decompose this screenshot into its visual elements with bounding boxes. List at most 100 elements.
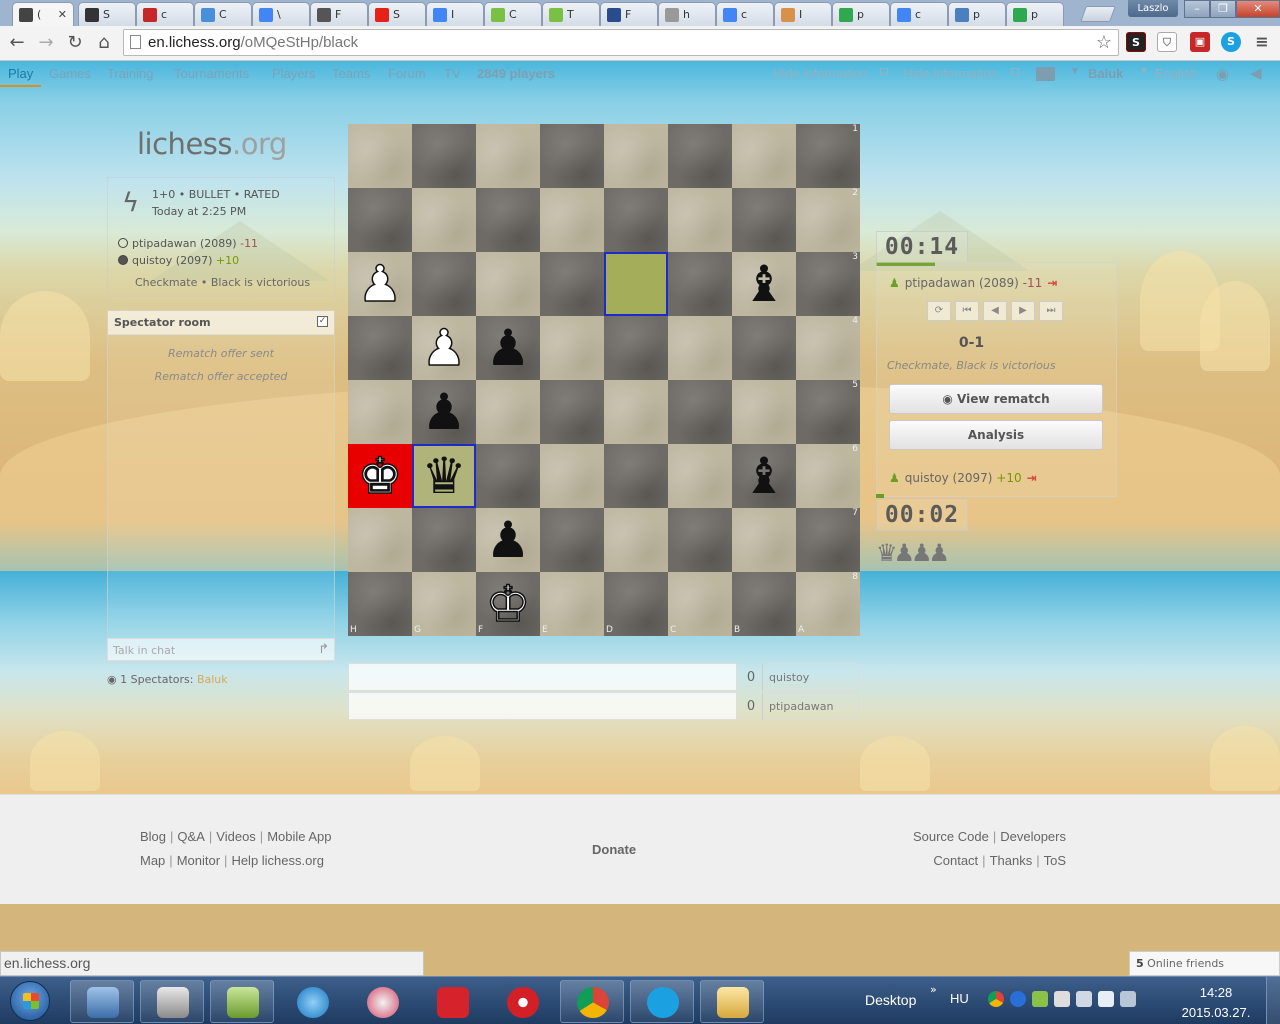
browser-tab[interactable]: S bbox=[78, 2, 136, 26]
board-square[interactable]: ♛ bbox=[412, 444, 476, 508]
footer-link[interactable]: Q&A bbox=[177, 829, 204, 844]
board-square[interactable]: ♟ bbox=[412, 316, 476, 380]
page-tray-icon[interactable] bbox=[1054, 991, 1070, 1007]
menu-icon[interactable]: ≡ bbox=[1252, 32, 1272, 52]
bookmark-star-icon[interactable]: ☆ bbox=[1096, 30, 1112, 55]
board-square[interactable] bbox=[604, 380, 668, 444]
board-square[interactable]: ♟ bbox=[476, 316, 540, 380]
network-icon[interactable] bbox=[1120, 991, 1136, 1007]
board-square[interactable]: ♝ bbox=[732, 444, 796, 508]
board-square[interactable] bbox=[604, 316, 668, 380]
online-friends[interactable]: 5 Online friends bbox=[1129, 951, 1280, 976]
board-square[interactable]: ♚ bbox=[348, 444, 412, 508]
board-square[interactable] bbox=[732, 188, 796, 252]
send-arrow-icon[interactable]: ↱ bbox=[318, 642, 329, 657]
board-square[interactable] bbox=[540, 188, 604, 252]
browser-tab[interactable]: F bbox=[310, 2, 368, 26]
board-square[interactable] bbox=[476, 188, 540, 252]
crosstable-player[interactable]: ptipadawan bbox=[769, 700, 834, 713]
chat-input[interactable]: Talk in chat ↱ bbox=[107, 638, 335, 661]
board-square[interactable] bbox=[540, 252, 604, 316]
eye-icon[interactable]: ◉ bbox=[1216, 65, 1229, 83]
browser-tab[interactable]: c bbox=[890, 2, 948, 26]
footer-link[interactable]: Map bbox=[140, 853, 165, 868]
board-square[interactable] bbox=[348, 380, 412, 444]
board-square[interactable] bbox=[668, 508, 732, 572]
board-square[interactable] bbox=[348, 508, 412, 572]
board-square[interactable]: 1 bbox=[796, 124, 860, 188]
browser-tab[interactable]: (✕ bbox=[12, 2, 74, 26]
board-square[interactable] bbox=[412, 252, 476, 316]
language-menu[interactable]: English bbox=[1155, 66, 1198, 81]
browser-tab[interactable]: \ bbox=[252, 2, 310, 26]
board-square[interactable] bbox=[604, 124, 668, 188]
spectator-name[interactable]: Baluk bbox=[197, 673, 228, 686]
start-button[interactable] bbox=[10, 981, 50, 1021]
board-square[interactable] bbox=[412, 508, 476, 572]
footer-link[interactable]: Blog bbox=[140, 829, 166, 844]
browser-tab[interactable]: c bbox=[136, 2, 194, 26]
nav-tournaments[interactable]: Tournaments bbox=[174, 66, 249, 81]
board-square[interactable]: ♝ bbox=[732, 252, 796, 316]
shield-icon[interactable]: ⛉ bbox=[1157, 32, 1177, 52]
flip-board-icon[interactable]: ⟳ bbox=[927, 301, 951, 321]
view-rematch-button[interactable]: ◉ View rematch bbox=[889, 384, 1103, 414]
nav-teams[interactable]: Teams bbox=[332, 66, 370, 81]
system-clock[interactable]: 14:28 2015.03.27. bbox=[1176, 983, 1256, 1023]
analysis-button[interactable]: Analysis bbox=[889, 420, 1103, 450]
board-square[interactable] bbox=[732, 124, 796, 188]
user-menu[interactable]: Baluk bbox=[1088, 66, 1123, 81]
browser-tab[interactable]: I bbox=[774, 2, 832, 26]
nav-players[interactable]: Players bbox=[272, 66, 315, 81]
donate-link[interactable]: Donate bbox=[592, 842, 636, 857]
chess-piece[interactable]: ♚ bbox=[357, 450, 403, 502]
footer-link[interactable]: Monitor bbox=[177, 853, 220, 868]
board-square[interactable] bbox=[540, 444, 604, 508]
new-tab-button[interactable] bbox=[1080, 6, 1116, 22]
chess-piece[interactable]: ♟ bbox=[422, 387, 467, 437]
hide-information-link-2[interactable]: Hide information bbox=[903, 66, 998, 81]
board-square[interactable]: 2 bbox=[796, 188, 860, 252]
chess-board[interactable]: 1 2 ♟ ♝ 3 ♟ ♟ 4 ♟ 5 ♚ ♛ ♝ 6 ♟ 7 H G ♔ F E D C B 8 A bbox=[348, 124, 860, 636]
board-square[interactable] bbox=[604, 252, 668, 316]
board-square[interactable] bbox=[668, 252, 732, 316]
reload-icon[interactable]: ↻ bbox=[63, 31, 87, 55]
board-square[interactable] bbox=[668, 188, 732, 252]
board-square[interactable] bbox=[732, 316, 796, 380]
chrome-tray-icon[interactable] bbox=[988, 991, 1004, 1007]
board-square[interactable]: 3 bbox=[796, 252, 860, 316]
taskbar-app-vivaldi[interactable] bbox=[420, 980, 484, 1023]
board-square[interactable] bbox=[668, 316, 732, 380]
nav-play[interactable]: Play bbox=[0, 66, 42, 87]
flag-icon[interactable] bbox=[1098, 991, 1114, 1007]
board-square[interactable]: 5 bbox=[796, 380, 860, 444]
browser-tab[interactable]: S bbox=[368, 2, 426, 26]
white-player-info[interactable]: ptipadawan (2089) -11 bbox=[118, 237, 258, 250]
black-player-info[interactable]: quistoy (2097) +10 bbox=[118, 254, 239, 267]
board-square[interactable] bbox=[604, 444, 668, 508]
tab-close-icon[interactable]: ✕ bbox=[58, 8, 67, 21]
input-language[interactable]: HU bbox=[950, 991, 969, 1006]
browser-tab[interactable]: C bbox=[194, 2, 252, 26]
browser-tab[interactable]: I bbox=[426, 2, 484, 26]
board-square[interactable] bbox=[348, 124, 412, 188]
chess-piece[interactable]: ♟ bbox=[486, 323, 531, 373]
chess-piece[interactable]: ♝ bbox=[742, 451, 787, 501]
sound-icon[interactable]: ◀ bbox=[1250, 64, 1262, 82]
taskbar-app-sphere[interactable] bbox=[350, 980, 414, 1023]
board-square[interactable] bbox=[540, 380, 604, 444]
browser-tab[interactable]: C bbox=[484, 2, 542, 26]
nav-games[interactable]: Games bbox=[49, 66, 91, 81]
home-icon[interactable]: ⌂ bbox=[92, 31, 116, 55]
next-move-icon[interactable]: ▶ bbox=[1011, 301, 1035, 321]
board-square[interactable] bbox=[604, 508, 668, 572]
board-square[interactable] bbox=[604, 188, 668, 252]
taskbar-app-skype[interactable] bbox=[630, 980, 694, 1023]
board-square[interactable] bbox=[476, 444, 540, 508]
footer-link[interactable]: Videos bbox=[216, 829, 256, 844]
board-square[interactable]: ♟ bbox=[412, 380, 476, 444]
browser-tab[interactable]: T bbox=[542, 2, 600, 26]
footer-link[interactable]: Mobile App bbox=[267, 829, 331, 844]
player-count[interactable]: 2849 players bbox=[477, 66, 555, 81]
maximize-icon[interactable]: ❐ bbox=[1210, 0, 1236, 18]
